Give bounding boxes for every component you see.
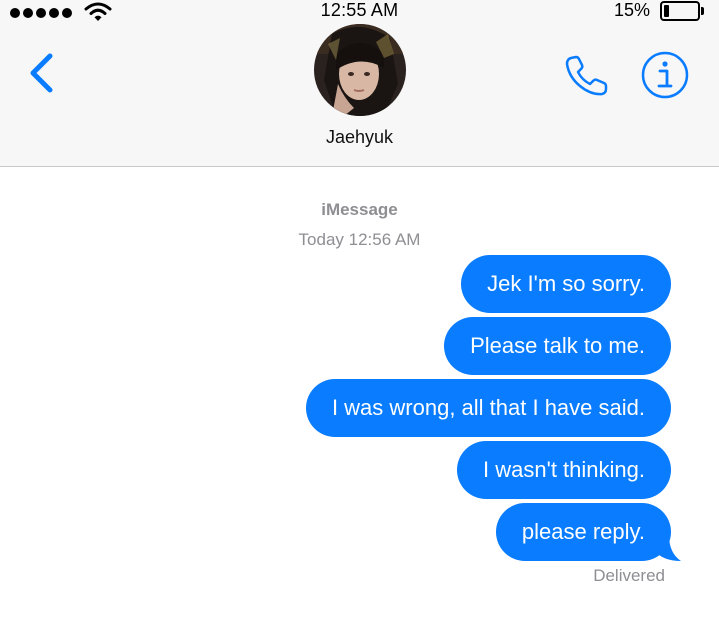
timestamp-time: 12:56 AM (348, 230, 421, 249)
message-row: Jek I'm so sorry. (461, 255, 671, 313)
chevron-left-icon[interactable] (26, 52, 56, 94)
battery-level-fill (664, 5, 669, 17)
avatar-photo (314, 24, 406, 116)
message-row: Please talk to me. (444, 317, 671, 375)
delivery-status: Delivered (593, 566, 665, 585)
message-timestamp: Today 12:56 AM (0, 230, 719, 250)
battery-icon (660, 1, 700, 21)
sent-message-bubble[interactable]: I was wrong, all that I have said. (305, 379, 671, 437)
message-row: I was wrong, all that I have said. (305, 379, 671, 437)
sent-message-bubble[interactable]: Jek I'm so sorry. (461, 255, 671, 313)
contact-name[interactable]: Jaehyuk (0, 127, 719, 148)
sent-message-bubble[interactable]: I wasn't thinking. (457, 441, 671, 499)
bubble-tail (655, 535, 681, 561)
status-time: 12:55 AM (320, 0, 399, 20)
service-label: iMessage (321, 200, 398, 219)
battery-tip (701, 7, 704, 15)
header-divider (0, 166, 719, 167)
status-bar: 12:55 AM 15% (0, 0, 719, 24)
message-row: I wasn't thinking. (457, 441, 671, 499)
message-row: please reply. (495, 503, 681, 561)
avatar[interactable] (314, 24, 406, 116)
sent-message-bubble[interactable]: Please talk to me. (444, 317, 671, 375)
info-icon[interactable] (641, 51, 689, 99)
battery-percent: 15% (614, 0, 651, 20)
sent-message-bubble[interactable]: please reply. (495, 503, 671, 561)
phone-icon[interactable] (562, 53, 610, 99)
timestamp-day: Today (298, 230, 344, 249)
